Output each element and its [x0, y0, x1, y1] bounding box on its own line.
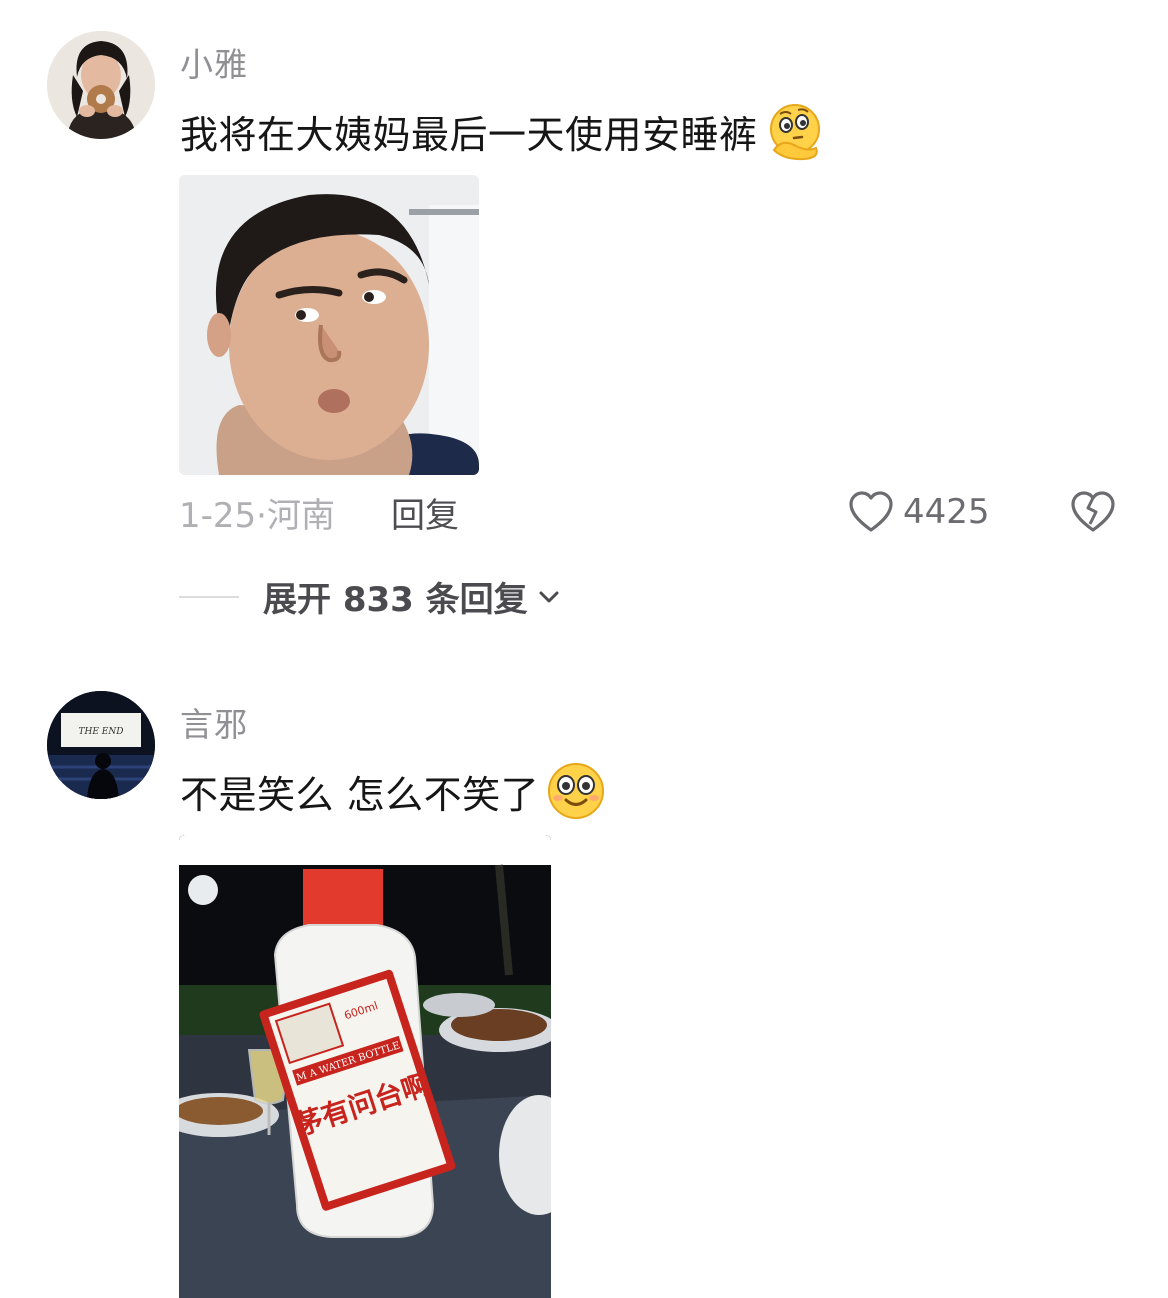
- comment-item: 小雅 我将在大姨妈最后一天使用安睡裤 1-25·河南 回复 4425 展开 83…: [0, 0, 1168, 640]
- reply-button[interactable]: 回复: [391, 488, 459, 537]
- comment-text: 不是笑么 怎么不笑了: [180, 760, 607, 822]
- comment-meta: 1-25·河南 回复 4425: [179, 488, 1129, 537]
- username[interactable]: 小雅: [180, 38, 248, 86]
- thinking-face-icon: [764, 100, 826, 162]
- divider: [179, 595, 239, 598]
- like-count: 4425: [903, 492, 990, 532]
- expand-replies-button[interactable]: 展开 833 条回复: [179, 572, 562, 621]
- user-avatar[interactable]: [47, 31, 155, 139]
- like-button[interactable]: 4425: [847, 490, 990, 534]
- expand-replies-label: 展开 833 条回复: [263, 580, 528, 620]
- comment-date: 1-25·河南: [179, 495, 335, 536]
- comment-text: 我将在大姨妈最后一天使用安睡裤: [180, 100, 826, 162]
- smiling-face-icon: [545, 760, 607, 822]
- broken-heart-icon: [1071, 491, 1115, 532]
- heart-icon: [849, 491, 893, 532]
- chevron-down-icon: [539, 591, 559, 602]
- username[interactable]: 言邪: [180, 698, 248, 746]
- comment-image[interactable]: [179, 175, 479, 475]
- user-avatar[interactable]: THE END: [47, 691, 155, 799]
- comment-item: THE END 言邪 不是笑么 怎么不笑了 600ml M A WATER BO…: [0, 680, 1168, 1298]
- comment-text-body: 我将在大姨妈最后一天使用安睡裤: [180, 112, 758, 157]
- dislike-button[interactable]: [1069, 490, 1117, 538]
- comment-image[interactable]: 600ml M A WATER BOTTLE 茅有问台啊: [179, 835, 551, 1298]
- comment-text-body: 不是笑么 怎么不笑了: [180, 772, 540, 817]
- avatar-screen-text: THE END: [79, 727, 124, 737]
